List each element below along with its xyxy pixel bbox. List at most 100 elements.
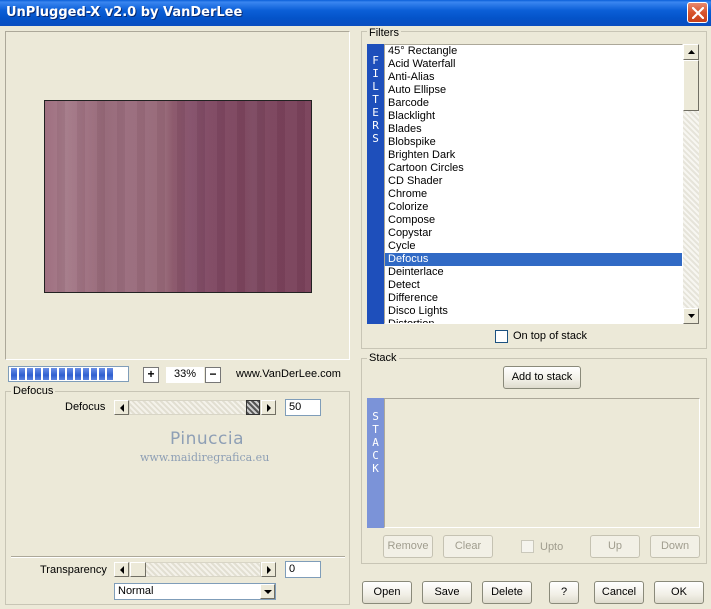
defocus-slider-thumb[interactable] [246, 400, 260, 415]
cancel-button[interactable]: Cancel [594, 581, 644, 604]
dropdown-button[interactable] [260, 584, 275, 599]
delete-button[interactable]: Delete [482, 581, 532, 604]
banner-letter: L [372, 80, 379, 93]
progress-segment [67, 368, 73, 380]
banner-letter: F [372, 54, 379, 67]
filter-item[interactable]: Defocus [385, 253, 682, 266]
defocus-group-label: Defocus [11, 385, 56, 397]
filter-item[interactable]: Chrome [385, 188, 682, 201]
filters-list[interactable]: 45° Rectangle Acid Waterfall Anti-Alias Aut… [384, 44, 683, 324]
progress-segment [107, 368, 113, 380]
divider [11, 556, 345, 558]
watermark-site: www.maidiregrafica.eu [140, 451, 270, 464]
filter-item[interactable]: Blacklight [385, 110, 682, 123]
title-bar: UnPlugged-X v2.0 by VanDerLee [0, 0, 711, 26]
progress-segment [35, 368, 41, 380]
defocus-decrease-button[interactable] [114, 400, 129, 415]
filter-item[interactable]: Disco Lights [385, 305, 682, 318]
ok-button[interactable]: OK [654, 581, 704, 604]
defocus-slider-track[interactable] [129, 400, 261, 415]
clear-button[interactable]: Clear [443, 535, 493, 558]
transparency-value-input[interactable]: 0 [285, 561, 321, 578]
on-top-label: On top of stack [513, 330, 587, 342]
save-button[interactable]: Save [422, 581, 472, 604]
filter-item[interactable]: Compose [385, 214, 682, 227]
right-arrow-icon [267, 404, 271, 412]
upto-checkbox[interactable] [521, 540, 534, 553]
preview-image[interactable] [44, 100, 312, 293]
defocus-label: Defocus [65, 401, 106, 413]
filter-item[interactable]: Deinterlace [385, 266, 682, 279]
filter-item[interactable]: Blades [385, 123, 682, 136]
banner-letter: S [372, 132, 379, 145]
add-to-stack-button[interactable]: Add to stack [503, 366, 581, 389]
progress-segment [27, 368, 33, 380]
filter-item[interactable]: Cycle [385, 240, 682, 253]
defocus-value-input[interactable]: 50 [285, 399, 321, 416]
filters-scrollbar[interactable] [683, 44, 699, 324]
filter-item[interactable]: Detect [385, 279, 682, 292]
stack-banner: STACK [367, 398, 384, 528]
website-label[interactable]: www.VanDerLee.com [236, 368, 341, 380]
transparency-slider-track[interactable] [129, 562, 261, 577]
banner-letter: R [372, 119, 379, 132]
banner-letter: T [372, 93, 379, 106]
chevron-up-icon [688, 50, 695, 54]
scroll-thumb[interactable] [683, 60, 699, 111]
banner-letter: I [372, 67, 379, 80]
filter-item[interactable]: Distortion [385, 318, 682, 323]
transparency-decrease-button[interactable] [114, 562, 129, 577]
close-icon [692, 7, 704, 19]
filter-item[interactable]: Blobspike [385, 136, 682, 149]
filter-item[interactable]: CD Shader [385, 175, 682, 188]
banner-letter: T [372, 423, 379, 436]
filter-item[interactable]: Colorize [385, 201, 682, 214]
up-button[interactable]: Up [590, 535, 640, 558]
window-title: UnPlugged-X v2.0 by VanDerLee [6, 5, 243, 20]
scroll-up-button[interactable] [683, 44, 699, 60]
banner-letter: S [372, 410, 379, 423]
filter-item[interactable]: Anti-Alias [385, 71, 682, 84]
filter-item[interactable]: Cartoon Circles [385, 162, 682, 175]
filter-item[interactable]: 45° Rectangle [385, 45, 682, 58]
progress-segment [99, 368, 105, 380]
close-button[interactable] [687, 2, 708, 23]
transparency-label: Transparency [40, 564, 107, 576]
transparency-slider-thumb[interactable] [130, 562, 146, 577]
chevron-down-icon [264, 590, 272, 594]
filter-item[interactable]: Acid Waterfall [385, 58, 682, 71]
filters-banner: FILTERS [367, 44, 384, 324]
zoom-in-button[interactable]: + [143, 367, 159, 383]
zoom-out-button[interactable]: − [205, 367, 221, 383]
left-arrow-icon [120, 566, 124, 574]
upto-label: Upto [540, 541, 564, 553]
stack-list[interactable] [384, 398, 700, 528]
progress-bar [8, 366, 129, 382]
zoom-level: 33% [166, 367, 204, 383]
blend-mode-select[interactable]: Normal [114, 583, 276, 600]
banner-letter: A [372, 436, 379, 449]
chevron-down-icon [688, 314, 695, 318]
scroll-down-button[interactable] [683, 308, 699, 324]
filter-item[interactable]: Copystar [385, 227, 682, 240]
left-arrow-icon [120, 404, 124, 412]
banner-letter: C [372, 449, 379, 462]
on-top-checkbox[interactable] [495, 330, 508, 343]
filter-item[interactable]: Barcode [385, 97, 682, 110]
transparency-increase-button[interactable] [261, 562, 276, 577]
defocus-increase-button[interactable] [261, 400, 276, 415]
banner-letter: E [372, 106, 379, 119]
down-button[interactable]: Down [650, 535, 700, 558]
filter-item[interactable]: Difference [385, 292, 682, 305]
progress-segment [11, 368, 17, 380]
filter-item[interactable]: Brighten Dark [385, 149, 682, 162]
remove-button[interactable]: Remove [383, 535, 433, 558]
open-button[interactable]: Open [362, 581, 412, 604]
progress-segment [75, 368, 81, 380]
progress-segment [91, 368, 97, 380]
watermark-name: Pinuccia [170, 429, 244, 449]
stack-group-label: Stack [367, 352, 399, 364]
filter-item[interactable]: Auto Ellipse [385, 84, 682, 97]
banner-letter: K [372, 462, 379, 475]
help-button[interactable]: ? [549, 581, 579, 604]
